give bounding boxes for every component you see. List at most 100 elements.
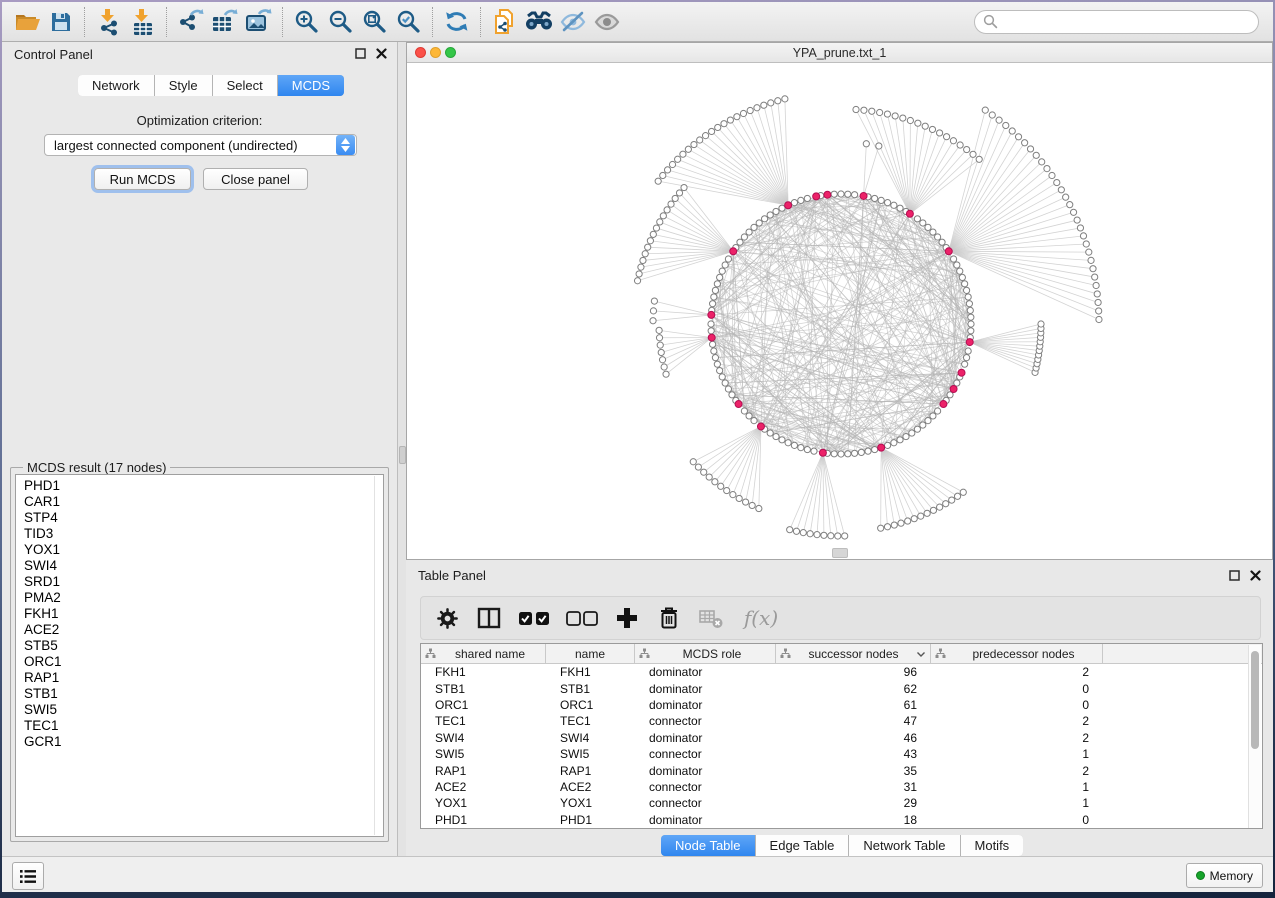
select-all-columns-icon[interactable]: [517, 604, 551, 632]
application-window: Control Panel NetworkStyleSelectMCDS Opt…: [2, 2, 1273, 892]
search-input[interactable]: [974, 10, 1259, 34]
memory-status-icon: [1196, 871, 1205, 880]
table-scrollbar-thumb[interactable]: [1251, 651, 1259, 749]
mcds-result-item[interactable]: PHD1: [24, 478, 383, 494]
column-header-name[interactable]: name: [546, 644, 635, 663]
hide-selected-icon[interactable]: [556, 6, 590, 38]
float-panel-icon[interactable]: [355, 48, 366, 59]
table-row[interactable]: ORC1ORC1dominator610: [421, 697, 1262, 713]
settings-gear-icon[interactable]: [433, 604, 461, 632]
table-row[interactable]: SWI5SWI5connector431: [421, 746, 1262, 762]
table-row[interactable]: PHD1PHD1dominator180: [421, 812, 1262, 828]
column-header-MCDS-role[interactable]: MCDS role: [635, 644, 776, 663]
toolbar-separator: [282, 7, 284, 37]
select-stepper-icon: [336, 135, 355, 155]
clone-network-icon[interactable]: [488, 6, 522, 38]
zoom-selected-icon[interactable]: [392, 6, 426, 38]
mcds-result-item[interactable]: TID3: [24, 526, 383, 542]
table-row[interactable]: ACE2ACE2connector311: [421, 779, 1262, 795]
tab-style[interactable]: Style: [155, 75, 213, 96]
table-row[interactable]: FKH1FKH1dominator962: [421, 664, 1262, 680]
mcds-result-item[interactable]: PMA2: [24, 590, 383, 606]
table-cell: ACE2: [421, 780, 546, 794]
table-cell: 2: [931, 764, 1103, 778]
mcds-result-item[interactable]: ORC1: [24, 654, 383, 670]
delete-column-icon[interactable]: [655, 604, 683, 632]
column-header-successor-nodes[interactable]: successor nodes: [776, 644, 931, 663]
close-panel-button[interactable]: Close panel: [203, 168, 308, 190]
criterion-select[interactable]: largest connected component (undirected): [44, 134, 357, 156]
mcds-result-item[interactable]: GCR1: [24, 734, 383, 750]
table-cell: 46: [776, 731, 931, 745]
import-table-icon[interactable]: [126, 6, 160, 38]
column-header-shared-name[interactable]: shared name: [421, 644, 546, 663]
table-row[interactable]: TEC1TEC1connector472: [421, 713, 1262, 729]
mcds-result-item[interactable]: SWI5: [24, 702, 383, 718]
memory-button[interactable]: Memory: [1186, 863, 1263, 888]
mcds-result-item[interactable]: ACE2: [24, 622, 383, 638]
table-cell: SWI5: [546, 747, 635, 761]
import-network-icon[interactable]: [92, 6, 126, 38]
refresh-view-icon[interactable]: [440, 6, 474, 38]
optimization-criterion-label: Optimization criterion:: [2, 113, 397, 128]
mcds-result-item[interactable]: CAR1: [24, 494, 383, 510]
tab-mcds[interactable]: MCDS: [278, 75, 344, 96]
zoom-out-icon[interactable]: [324, 6, 358, 38]
open-file-icon[interactable]: [10, 6, 44, 38]
mcds-result-item[interactable]: RAP1: [24, 670, 383, 686]
mcds-result-item[interactable]: TEC1: [24, 718, 383, 734]
mcds-result-item[interactable]: SWI4: [24, 558, 383, 574]
mcds-result-item[interactable]: YOX1: [24, 542, 383, 558]
mcds-result-item[interactable]: STB5: [24, 638, 383, 654]
splitter-handle[interactable]: [399, 446, 406, 464]
table-row[interactable]: YOX1YOX1connector291: [421, 795, 1262, 811]
table-scrollbar[interactable]: [1248, 645, 1261, 828]
deselect-all-columns-icon[interactable]: [565, 604, 599, 632]
panel-splitter-vertical[interactable]: [398, 42, 406, 856]
tab-network[interactable]: Network: [78, 75, 155, 96]
export-network-icon[interactable]: [174, 6, 208, 38]
network-window-titlebar[interactable]: YPA_prune.txt_1: [407, 43, 1272, 63]
delete-table-icon[interactable]: [697, 604, 725, 632]
close-table-panel-icon[interactable]: [1250, 570, 1261, 581]
show-all-icon[interactable]: [590, 6, 624, 38]
table-cell: connector: [635, 780, 776, 794]
horizontal-splitter-handle[interactable]: [832, 548, 848, 558]
network-graph[interactable]: [407, 63, 1272, 559]
save-session-icon[interactable]: [44, 6, 78, 38]
toolbar-separator: [84, 7, 86, 37]
zoom-in-icon[interactable]: [290, 6, 324, 38]
mcds-result-item[interactable]: SRD1: [24, 574, 383, 590]
mcds-result-item[interactable]: STB1: [24, 686, 383, 702]
table-row[interactable]: RAP1RAP1dominator352: [421, 762, 1262, 778]
table-cell: dominator: [635, 813, 776, 827]
zoom-fit-icon[interactable]: [358, 6, 392, 38]
column-panel-icon[interactable]: [475, 604, 503, 632]
panel-list-button[interactable]: [12, 862, 44, 890]
tab-node-table[interactable]: Node Table: [661, 835, 756, 856]
table-cell: 43: [776, 747, 931, 761]
mcds-result-item[interactable]: STP4: [24, 510, 383, 526]
table-cell: 47: [776, 714, 931, 728]
function-builder-icon[interactable]: f(x): [739, 604, 783, 632]
column-header-predecessor-nodes[interactable]: predecessor nodes: [931, 644, 1103, 663]
tab-network-table[interactable]: Network Table: [849, 835, 960, 856]
tab-edge-table[interactable]: Edge Table: [756, 835, 850, 856]
node-table: shared namenameMCDS rolesuccessor nodesp…: [420, 643, 1263, 829]
tab-select[interactable]: Select: [213, 75, 278, 96]
search-network-icon[interactable]: [522, 6, 556, 38]
mcds-result-list[interactable]: PHD1CAR1STP4TID3YOX1SWI4SRD1PMA2FKH1ACE2…: [15, 474, 384, 837]
list-icon: [19, 869, 37, 884]
table-row[interactable]: SWI4SWI4dominator462: [421, 730, 1262, 746]
export-image-icon[interactable]: [242, 6, 276, 38]
close-panel-icon[interactable]: [376, 48, 387, 59]
add-column-icon[interactable]: [613, 604, 641, 632]
table-toolbar: f(x): [420, 596, 1261, 640]
export-table-icon[interactable]: [208, 6, 242, 38]
float-table-panel-icon[interactable]: [1229, 570, 1240, 581]
mcds-result-item[interactable]: FKH1: [24, 606, 383, 622]
network-canvas[interactable]: [407, 63, 1272, 559]
table-row[interactable]: STB1STB1dominator620: [421, 680, 1262, 696]
run-mcds-button[interactable]: Run MCDS: [94, 168, 191, 190]
tab-motifs[interactable]: Motifs: [961, 835, 1024, 856]
